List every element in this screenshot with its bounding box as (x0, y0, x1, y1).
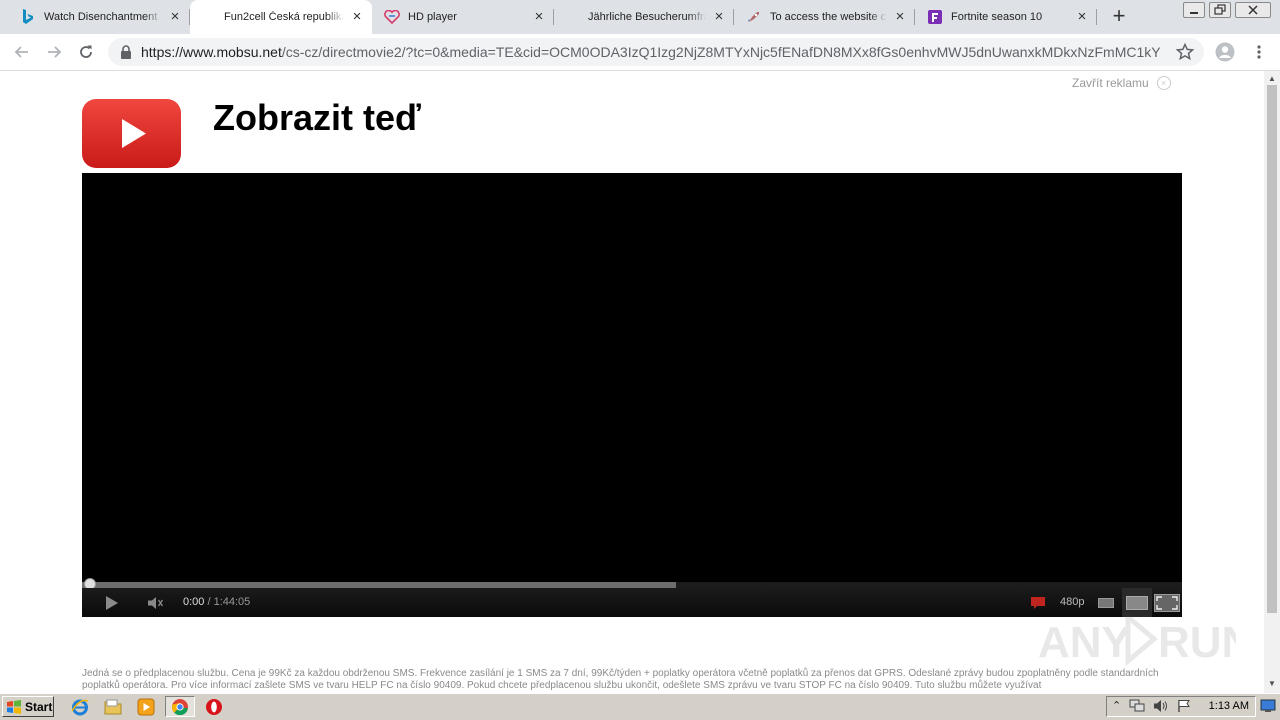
captions-icon (1031, 596, 1045, 609)
watermark-text-left: ANY (1038, 618, 1131, 667)
fortnite-icon (927, 9, 943, 25)
tab-title: To access the website c (770, 11, 887, 23)
bing-icon (20, 9, 36, 25)
scroll-thumb[interactable] (1267, 85, 1277, 613)
time-display: 0:00 / 1:44:05 (183, 588, 250, 617)
tab-hd-player[interactable]: HD player × (372, 0, 554, 34)
close-tab-icon[interactable]: × (712, 9, 726, 24)
youtube-logo-icon (82, 99, 181, 168)
reload-button[interactable] (76, 42, 96, 62)
system-tray: ⌃ 1:13 AM (1106, 696, 1256, 717)
play-icon (106, 595, 118, 610)
back-button[interactable] (12, 42, 32, 62)
menu-button[interactable] (1249, 42, 1269, 62)
rocket-icon (746, 9, 762, 25)
page-scrollbar[interactable]: ▲ ▼ (1264, 71, 1280, 693)
ie-icon[interactable] (70, 697, 90, 717)
tab-fortnite[interactable]: Fortnite season 10 × (915, 0, 1097, 34)
show-desktop-icon[interactable] (1260, 698, 1276, 714)
speaker-icon (148, 596, 164, 609)
address-bar[interactable]: https://www.mobsu.net/cs-cz/directmovie2… (108, 38, 1204, 66)
taskbar-clock[interactable]: 1:13 AM (1209, 697, 1249, 716)
tray-expand-icon[interactable]: ⌃ (1112, 699, 1121, 712)
windows-logo-icon (7, 699, 21, 714)
url-path: /cs-cz/directmovie2/?tc=0&media=TE&cid=O… (281, 44, 1161, 60)
arrow-left-icon (14, 46, 28, 58)
opera-icon[interactable] (204, 697, 224, 717)
network-icon[interactable] (1129, 699, 1145, 718)
player-controls: 0:00 / 1:44:05 480p (82, 588, 1182, 617)
scroll-up-icon[interactable]: ▲ (1268, 74, 1276, 83)
start-button[interactable]: Start (2, 696, 54, 717)
total-time: 1:44:05 (213, 596, 251, 608)
tab-besucherumfrage[interactable]: Jährliche Besucherumfra × (554, 0, 734, 34)
tab-title: Watch Disenchantment S (44, 11, 162, 23)
tab-strip: Watch Disenchantment S × Fun2cell Česká … (0, 0, 1280, 34)
reload-icon (80, 45, 92, 58)
restore-button[interactable] (1209, 2, 1231, 18)
lock-icon (120, 45, 132, 64)
close-tab-icon[interactable]: × (168, 9, 182, 24)
watermark-text-right: RUN (1158, 618, 1236, 667)
media-player-icon[interactable] (136, 697, 156, 717)
tab-title: Fortnite season 10 (951, 11, 1043, 23)
user-icon (1215, 42, 1235, 62)
volume-tray-icon[interactable] (1153, 699, 1169, 718)
close-circle-icon: × (1156, 76, 1171, 90)
close-window-button[interactable] (1235, 2, 1271, 18)
close-tab-icon[interactable]: × (532, 9, 546, 24)
url-host: https://www.mobsu.net (141, 44, 282, 60)
tab-watch-disenchantment[interactable]: Watch Disenchantment S × (0, 0, 190, 34)
tab-title: HD player (408, 11, 457, 23)
small-player-icon (1098, 597, 1114, 608)
tab-fun2cell[interactable]: Fun2cell Česká republika × (190, 0, 372, 34)
volume-button[interactable] (144, 588, 168, 617)
minimize-button[interactable] (1183, 2, 1205, 18)
page-content: Zavřít reklamu × Zobrazit teď 0:00 / 1:4… (0, 71, 1264, 693)
close-tab-icon[interactable]: × (1075, 9, 1089, 24)
url-text[interactable]: https://www.mobsu.net/cs-cz/directmovie2… (141, 38, 1161, 66)
time-separator: / (204, 596, 214, 608)
play-button[interactable] (100, 588, 124, 617)
tab-title: Jährliche Besucherumfra (588, 11, 706, 23)
star-icon[interactable] (1175, 42, 1195, 66)
browser-toolbar: https://www.mobsu.net/cs-cz/directmovie2… (0, 34, 1280, 71)
folder-icon[interactable] (103, 697, 123, 717)
scroll-down-icon[interactable]: ▼ (1268, 679, 1276, 688)
sms-disclaimer: Jedná se o předplacenou službu. Cena je … (82, 668, 1159, 691)
anyrun-watermark: ANY RUN (1036, 609, 1253, 669)
arrow-right-icon (48, 46, 62, 58)
tab-title: Fun2cell Česká republika (224, 11, 344, 23)
new-tab-button[interactable]: + (1108, 5, 1130, 28)
page-headline: Zobrazit teď (213, 97, 421, 138)
close-tab-icon[interactable]: × (350, 9, 364, 24)
profile-avatar[interactable] (1215, 42, 1235, 62)
video-player[interactable]: 0:00 / 1:44:05 480p (82, 173, 1182, 617)
flag-icon[interactable] (1177, 699, 1191, 718)
kebab-menu-icon (1257, 45, 1261, 59)
chrome-icon[interactable] (165, 696, 195, 717)
tab-access-website[interactable]: To access the website c × (734, 0, 915, 34)
large-player-icon (1126, 595, 1148, 610)
current-time: 0:00 (183, 596, 205, 608)
close-ad-label: Zavřít reklamu (1072, 76, 1149, 90)
forward-button[interactable] (44, 42, 64, 62)
heart-icon (384, 9, 400, 25)
windows-taskbar: Start ⌃ 1:13 AM (0, 693, 1280, 720)
start-label: Start (25, 699, 53, 714)
close-ad-link[interactable]: Zavřít reklamu × (1072, 76, 1171, 90)
close-tab-icon[interactable]: × (893, 9, 907, 24)
